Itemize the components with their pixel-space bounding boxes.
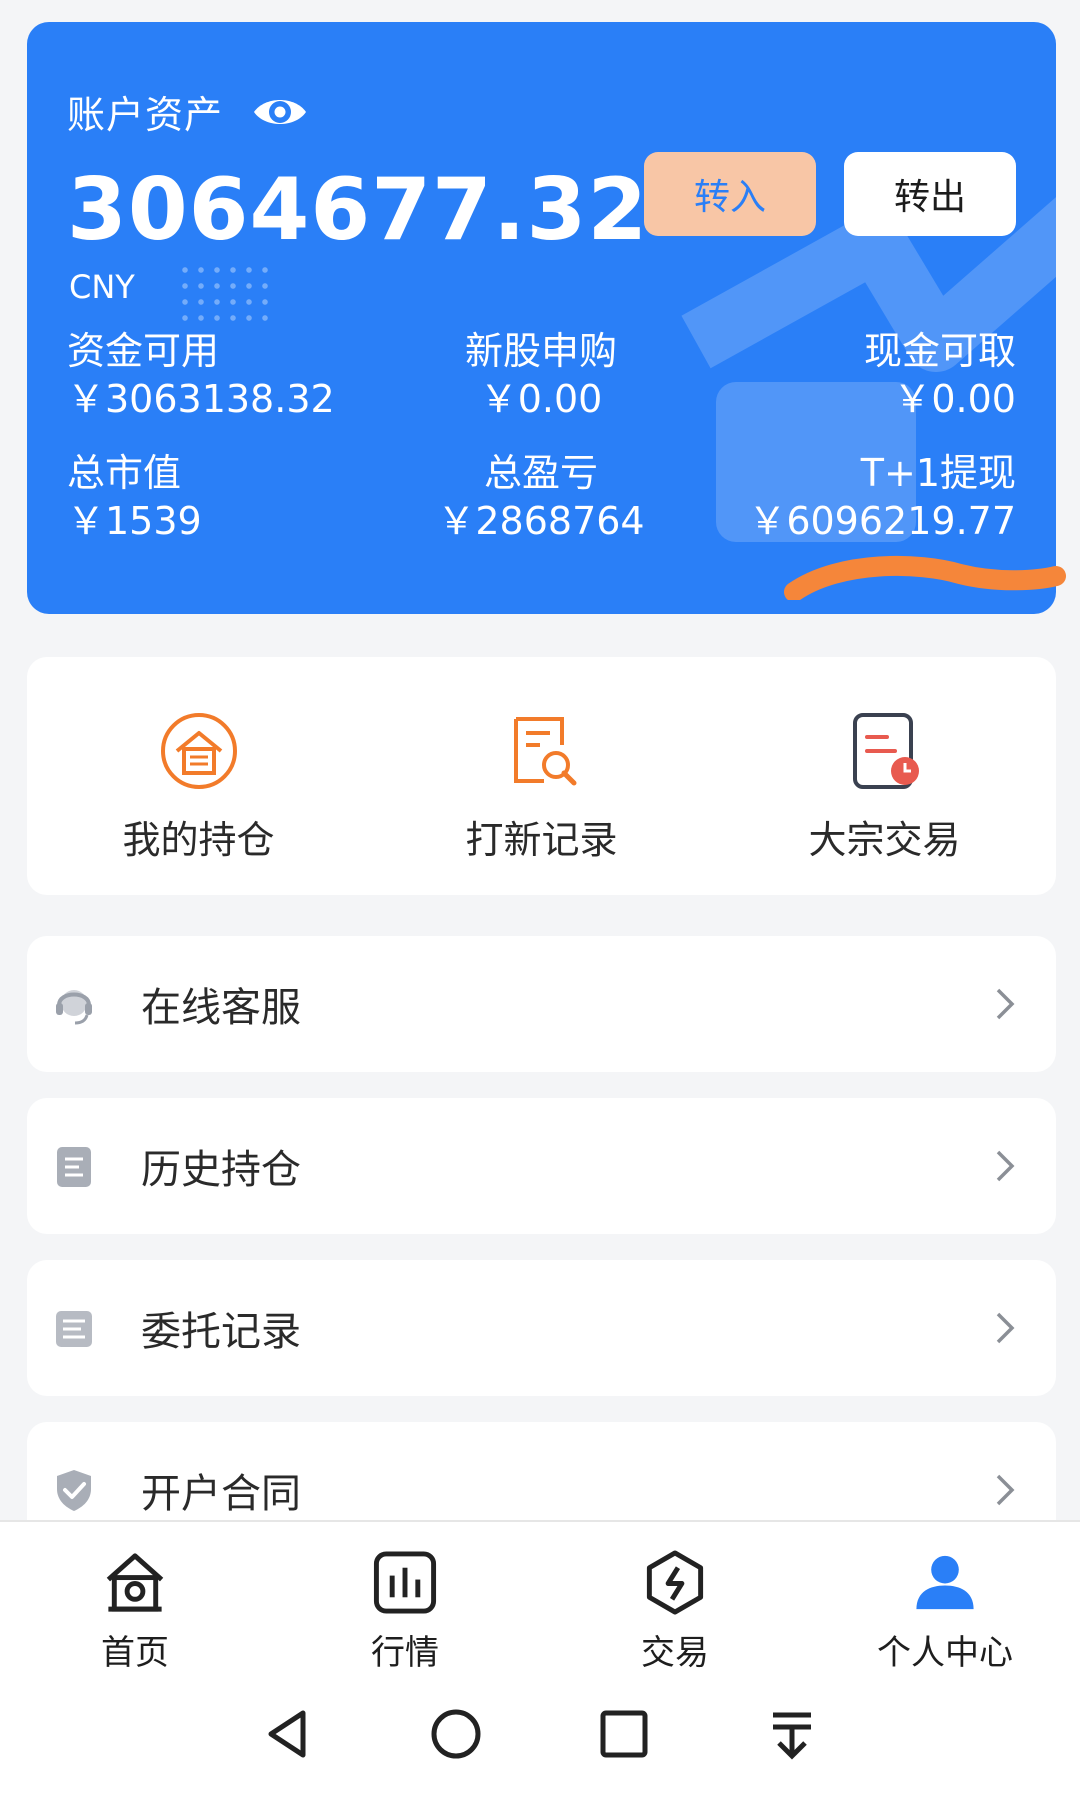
total-assets-value: 3064677.32 <box>67 160 649 260</box>
currency-label: CNY <box>69 268 135 306</box>
person-icon <box>916 1555 974 1610</box>
stat-cash-withdrawable: 现金可取 ￥0.00 <box>864 328 1016 423</box>
dot-pattern <box>177 262 277 322</box>
stat-value: ￥2868764 <box>437 498 645 543</box>
quick-label: 我的持仓 <box>122 818 275 862</box>
stat-total-profit-loss: 总盈亏 ￥2868764 <box>407 450 675 545</box>
chart-icon <box>373 1551 437 1614</box>
stat-label: T+1提现 <box>860 451 1016 495</box>
bottom-nav: 首页 行情 交易 个人中心 <box>0 1520 1080 1674</box>
nav-trade[interactable]: 交易 <box>540 1522 810 1674</box>
nav-personal-center[interactable]: 个人中心 <box>810 1522 1080 1674</box>
stat-total-market-value: 总市值 ￥1539 <box>67 450 202 545</box>
orange-scribble-mark <box>784 555 1066 600</box>
asset-card: 账户资产 3064677.32 CNY 转入 转出 资金可用 ￥3063138.… <box>27 22 1056 614</box>
stat-label: 新股申购 <box>464 329 617 373</box>
page: 账户资产 3064677.32 CNY 转入 转出 资金可用 ￥3063138.… <box>0 0 1080 1794</box>
document-icon <box>57 1147 91 1187</box>
transfer-in-button[interactable]: 转入 <box>644 152 816 236</box>
chevron-right-icon <box>996 1150 1015 1182</box>
nav-label: 首页 <box>101 1633 169 1673</box>
shield-check-icon <box>57 1470 91 1511</box>
notification-pull-down-icon[interactable] <box>763 1705 821 1763</box>
home-icon <box>106 1553 164 1612</box>
chevron-right-icon <box>996 988 1015 1020</box>
stat-value: ￥0.00 <box>479 376 603 421</box>
recents-square-icon[interactable] <box>595 1705 653 1763</box>
stat-label: 资金可用 <box>67 329 220 373</box>
quick-block-trading[interactable]: 大宗交易 <box>713 657 1056 895</box>
stat-value: ￥0.00 <box>893 376 1016 421</box>
chevron-right-icon <box>996 1474 1015 1506</box>
stat-value: ￥6096219.77 <box>748 498 1016 543</box>
menu-label: 委托记录 <box>141 1309 301 1355</box>
quick-label: 大宗交易 <box>808 818 961 862</box>
quick-label: 打新记录 <box>465 818 618 862</box>
quick-actions: 我的持仓 打新记录 大宗交易 <box>27 657 1056 895</box>
stat-available-funds: 资金可用 ￥3063138.32 <box>67 328 335 423</box>
system-nav-bar <box>0 1674 1080 1794</box>
list-document-icon <box>56 1311 92 1347</box>
document-clock-icon <box>852 713 919 789</box>
headset-icon <box>56 990 92 1025</box>
chevron-right-icon <box>996 1312 1015 1344</box>
nav-label: 个人中心 <box>877 1633 1013 1673</box>
eye-icon[interactable] <box>251 92 309 132</box>
stat-label: 总市值 <box>67 451 182 495</box>
menu-label: 开户合同 <box>141 1471 301 1517</box>
document-search-icon <box>513 717 576 786</box>
stat-label: 现金可取 <box>863 329 1016 373</box>
quick-ipo-records[interactable]: 打新记录 <box>370 657 713 895</box>
house-holdings-icon <box>160 713 237 789</box>
nav-home[interactable]: 首页 <box>0 1522 270 1674</box>
menu-order-records[interactable]: 委托记录 <box>27 1260 1056 1396</box>
stat-label: 总盈亏 <box>483 451 598 495</box>
stat-value: ￥3063138.32 <box>67 376 335 421</box>
home-circle-icon[interactable] <box>427 1705 485 1763</box>
menu-label: 在线客服 <box>141 985 301 1031</box>
back-icon[interactable] <box>259 1705 317 1763</box>
menu-label: 历史持仓 <box>141 1147 301 1193</box>
stat-ipo-subscription: 新股申购 ￥0.00 <box>407 328 675 423</box>
nav-label: 行情 <box>371 1633 439 1673</box>
asset-title: 账户资产 <box>67 93 224 137</box>
stat-value: ￥1539 <box>67 498 202 543</box>
nav-market[interactable]: 行情 <box>270 1522 540 1674</box>
nav-label: 交易 <box>641 1633 709 1673</box>
stat-t1-withdrawal: T+1提现 ￥6096219.77 <box>748 450 1016 545</box>
transfer-out-button[interactable]: 转出 <box>844 152 1016 236</box>
menu-online-service[interactable]: 在线客服 <box>27 936 1056 1072</box>
exchange-icon <box>646 1550 704 1615</box>
quick-my-holdings[interactable]: 我的持仓 <box>27 657 370 895</box>
menu-history-holdings[interactable]: 历史持仓 <box>27 1098 1056 1234</box>
